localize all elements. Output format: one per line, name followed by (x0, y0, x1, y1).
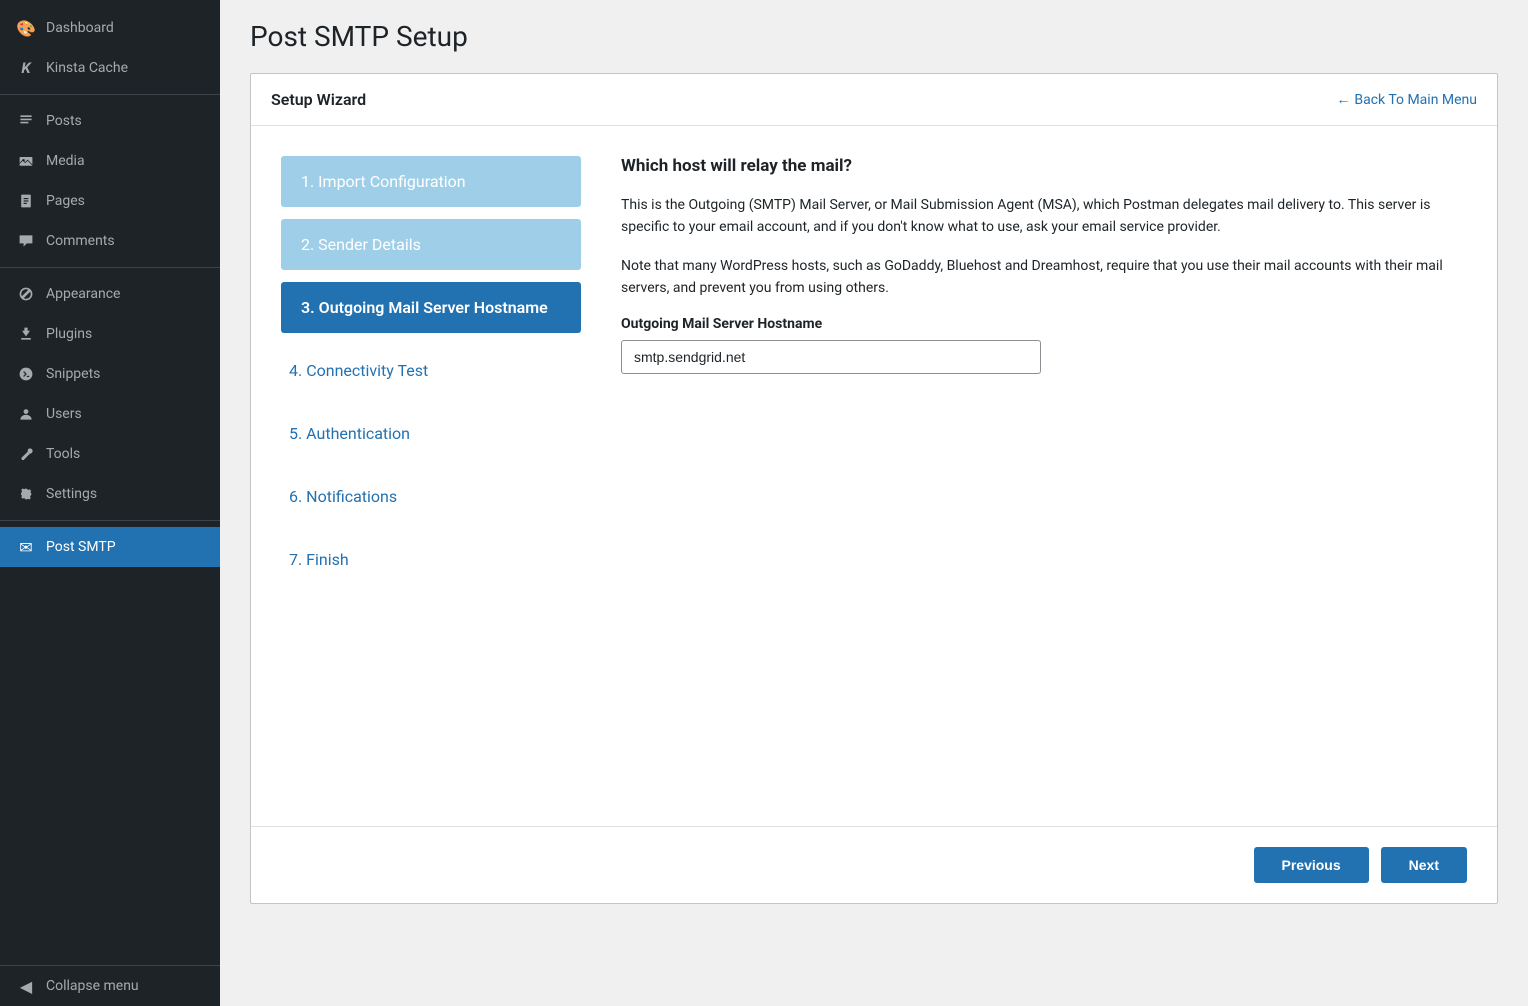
step-6-label: 6. Notifications (289, 487, 397, 506)
wizard-content-area: Which host will relay the mail? This is … (621, 156, 1467, 796)
previous-button[interactable]: Previous (1254, 847, 1369, 883)
pages-icon (16, 191, 36, 211)
sidebar-item-plugins[interactable]: Plugins (0, 314, 220, 354)
hostname-input[interactable] (621, 340, 1041, 374)
sidebar-item-label: Comments (46, 233, 115, 249)
wizard-desc-1: This is the Outgoing (SMTP) Mail Server,… (621, 194, 1467, 239)
wizard-desc-2: Note that many WordPress hosts, such as … (621, 255, 1467, 300)
back-arrow-icon: ← (1336, 91, 1350, 108)
next-button[interactable]: Next (1381, 847, 1467, 883)
dashboard-icon: 🎨 (16, 18, 36, 38)
sidebar-item-settings[interactable]: Settings (0, 474, 220, 514)
setup-wizard-label: Setup Wizard (271, 90, 366, 109)
sidebar-item-label: Snippets (46, 366, 100, 382)
sidebar-item-appearance[interactable]: Appearance (0, 274, 220, 314)
step-7-label: 7. Finish (289, 550, 349, 569)
step-7[interactable]: 7. Finish (281, 534, 581, 585)
sidebar-item-media[interactable]: Media (0, 141, 220, 181)
hostname-field-label: Outgoing Mail Server Hostname (621, 316, 1467, 332)
sidebar-item-label: Settings (46, 486, 97, 502)
sidebar-item-kinsta-cache[interactable]: K Kinsta Cache (0, 48, 220, 88)
sidebar-collapse[interactable]: ◀ Collapse menu (0, 966, 220, 1006)
back-to-main-menu-link[interactable]: ← Back To Main Menu (1336, 91, 1477, 108)
sidebar-item-comments[interactable]: Comments (0, 221, 220, 261)
sidebar-item-tools[interactable]: Tools (0, 434, 220, 474)
sidebar-item-label: Posts (46, 113, 82, 129)
step-1-label: 1. Import Configuration (301, 172, 466, 191)
step-2-label: 2. Sender Details (301, 235, 421, 254)
collapse-label: Collapse menu (46, 978, 139, 994)
step-4[interactable]: 4. Connectivity Test (281, 345, 581, 396)
media-icon (16, 151, 36, 171)
card-header: Setup Wizard ← Back To Main Menu (251, 74, 1497, 126)
snippets-icon (16, 364, 36, 384)
step-2[interactable]: 2. Sender Details (281, 219, 581, 270)
sidebar-item-label: Post SMTP (46, 539, 116, 555)
wizard-body: 1. Import Configuration 2. Sender Detail… (251, 126, 1497, 826)
sidebar-item-snippets[interactable]: Snippets (0, 354, 220, 394)
sidebar-item-label: Plugins (46, 326, 92, 342)
sidebar-item-posts[interactable]: Posts (0, 101, 220, 141)
step-3[interactable]: 3. Outgoing Mail Server Hostname (281, 282, 581, 333)
tools-icon (16, 444, 36, 464)
sidebar: 🎨 Dashboard K Kinsta Cache Posts Media P… (0, 0, 220, 1006)
wizard-question: Which host will relay the mail? (621, 156, 1467, 176)
step-4-text: Connectivity Test (306, 361, 428, 380)
sidebar-item-users[interactable]: Users (0, 394, 220, 434)
sidebar-item-dashboard[interactable]: 🎨 Dashboard (0, 8, 220, 48)
sidebar-item-label: Appearance (46, 286, 120, 302)
post-smtp-icon: ✉ (16, 537, 36, 557)
step-5-label: 5. Authentication (289, 424, 410, 443)
back-link-label: Back To Main Menu (1354, 92, 1477, 108)
setup-wizard-card: Setup Wizard ← Back To Main Menu 1. Impo… (250, 73, 1498, 904)
settings-icon (16, 484, 36, 504)
main-content: Post SMTP Setup Setup Wizard ← Back To M… (220, 0, 1528, 1006)
sidebar-item-post-smtp[interactable]: ✉ Post SMTP (0, 527, 220, 567)
collapse-icon: ◀ (16, 976, 36, 996)
users-icon (16, 404, 36, 424)
sidebar-item-label: Dashboard (46, 20, 114, 36)
sidebar-item-label: Tools (46, 446, 80, 462)
sidebar-item-pages[interactable]: Pages (0, 181, 220, 221)
wizard-footer: Previous Next (251, 826, 1497, 903)
step-5[interactable]: 5. Authentication (281, 408, 581, 459)
step-6[interactable]: 6. Notifications (281, 471, 581, 522)
step-1[interactable]: 1. Import Configuration (281, 156, 581, 207)
comments-icon (16, 231, 36, 251)
step-4-label: 4. (289, 361, 302, 380)
sidebar-item-label: Pages (46, 193, 85, 209)
step-3-label: 3. Outgoing Mail Server Hostname (301, 298, 548, 317)
sidebar-item-label: Users (46, 406, 82, 422)
sidebar-item-label: Kinsta Cache (46, 60, 128, 76)
sidebar-item-label: Media (46, 153, 85, 169)
wizard-steps: 1. Import Configuration 2. Sender Detail… (281, 156, 581, 796)
page-title: Post SMTP Setup (250, 20, 1498, 53)
kinsta-icon: K (16, 58, 36, 78)
posts-icon (16, 111, 36, 131)
appearance-icon (16, 284, 36, 304)
plugins-icon (16, 324, 36, 344)
